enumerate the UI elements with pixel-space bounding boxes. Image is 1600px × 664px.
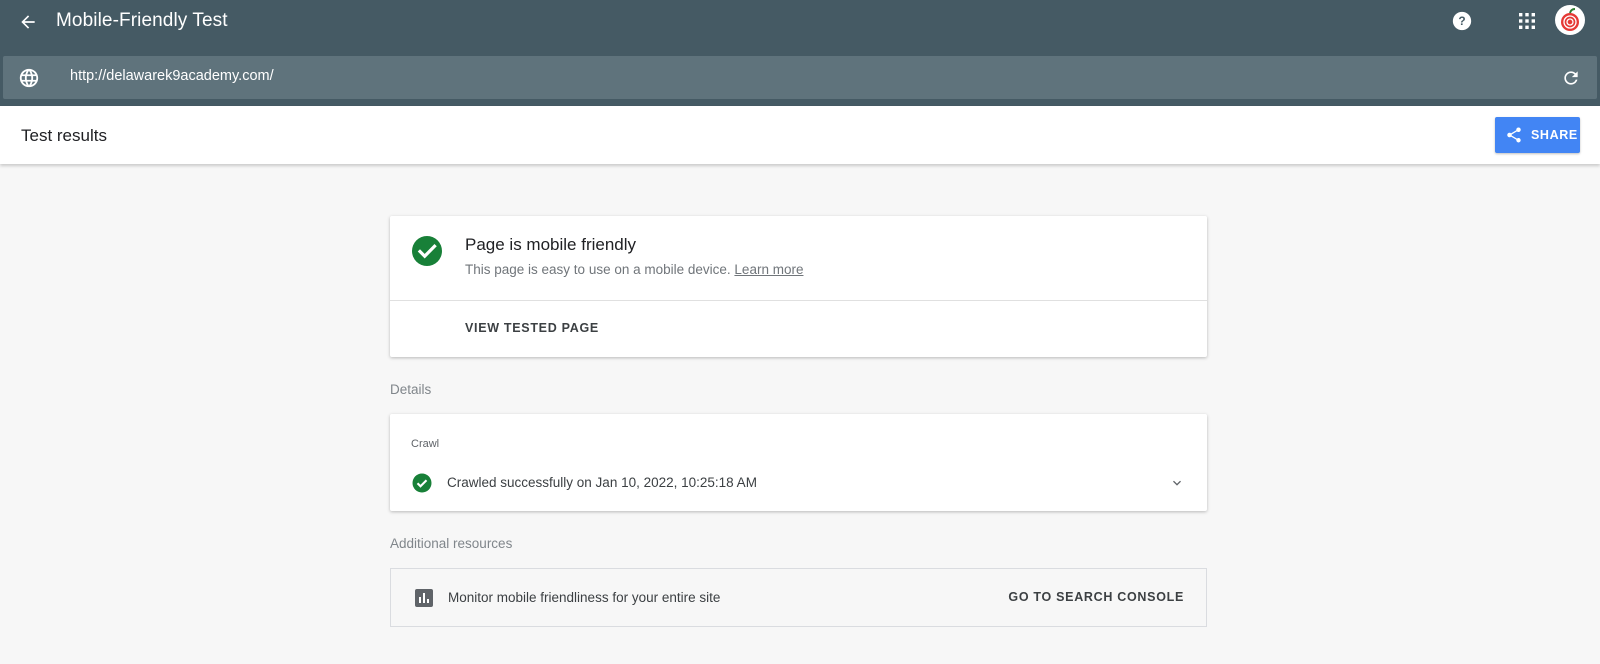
crawl-card[interactable]: Crawl Crawled successfully on Jan 10, 20… (390, 414, 1207, 511)
app-title: Mobile-Friendly Test (56, 10, 228, 31)
learn-more-link[interactable]: Learn more (734, 262, 803, 277)
avatar[interactable] (1555, 5, 1585, 35)
url-bar[interactable]: http://delawarek9academy.com/ (3, 56, 1597, 99)
help-icon[interactable]: ? (1450, 9, 1474, 33)
apps-grid-icon[interactable] (1515, 9, 1539, 33)
view-tested-page-button[interactable]: VIEW TESTED PAGE (465, 321, 599, 335)
url-input[interactable]: http://delawarek9academy.com/ (70, 68, 274, 84)
back-arrow-icon[interactable] (14, 8, 42, 36)
chevron-down-icon[interactable] (1166, 472, 1188, 494)
result-summary-card: Page is mobile friendly This page is eas… (390, 216, 1207, 357)
monitor-text: Monitor mobile friendliness for your ent… (448, 590, 721, 605)
search-console-row: Monitor mobile friendliness for your ent… (390, 568, 1207, 627)
check-circle-icon (412, 473, 432, 493)
top-toolbar: Mobile-Friendly Test ? (0, 0, 1600, 45)
share-icon (1507, 127, 1521, 143)
results-header: Test results SHARE (0, 106, 1600, 164)
globe-icon (18, 67, 40, 89)
page-title: Test results (21, 126, 107, 145)
divider (390, 300, 1207, 301)
details-section-label: Details (390, 382, 432, 397)
share-button[interactable]: SHARE (1495, 117, 1580, 153)
share-label: SHARE (1531, 128, 1578, 142)
result-description-text: This page is easy to use on a mobile dev… (465, 262, 731, 277)
crawl-status: Crawled successfully on Jan 10, 2022, 10… (447, 475, 757, 490)
result-heading: Page is mobile friendly (465, 235, 637, 254)
go-to-search-console-button[interactable]: GO TO SEARCH CONSOLE (1008, 590, 1184, 604)
svg-text:?: ? (1458, 14, 1465, 28)
result-description: This page is easy to use on a mobile dev… (465, 262, 803, 277)
crawl-label: Crawl (411, 438, 440, 450)
reload-icon[interactable] (1559, 66, 1583, 90)
additional-resources-label: Additional resources (390, 536, 513, 551)
bar-chart-icon (415, 589, 433, 607)
app-bar: Mobile-Friendly Test ? http://delawarek9… (0, 0, 1600, 106)
check-circle-icon (411, 235, 443, 267)
